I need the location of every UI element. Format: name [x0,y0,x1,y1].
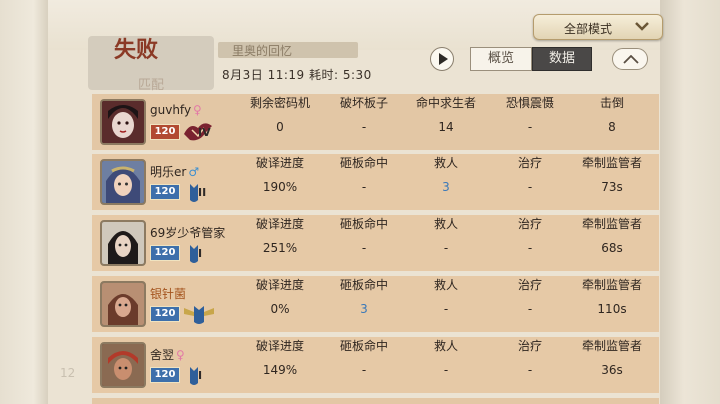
stat-header: 击倒 [599,96,624,110]
right-page-edge [660,0,720,404]
survivor-row[interactable]: 69岁少爷管家 120 I 破译进度 251% 砸板命中 - 救人 - 治疗 - 牵制监… [92,215,659,271]
player-name: 69岁少爷管家 [150,226,226,240]
stat-cell: 牵制监管者 68s [562,215,662,255]
match-mode: 匹配 [137,78,164,93]
stat-cell: 牵制监管者 110s [562,276,662,316]
stat-header: 牵制监管者 [581,278,642,292]
chevron-down-icon [635,22,649,31]
tab-overview[interactable]: 概览 [470,47,532,71]
survivor-row[interactable]: 明乐er ♂ 120 II 破译进度 190% 砸板命中 - 救人 3 治疗 - 牵制监管… [92,154,659,210]
stat-value: 110s [597,302,627,316]
stat-cell: 牵制监管者 36s [562,337,662,377]
winged-rank-icon [184,306,214,324]
tab-data[interactable]: 数据 [532,47,592,71]
stat-value: 73s [601,180,623,194]
player-name-text: 舍翌 [150,348,175,362]
hunter-row[interactable]: guvhfy ♀ 120 IV 剩余密码机 0 破坏板子 - 命中求生者 14 恐惧震慑… [92,94,659,150]
left-page-edge [0,0,48,404]
survivor-row[interactable]: 舍翌 ♀ 120 I 破译进度 149% 砸板命中 - 救人 - 治疗 - 牵制监管者 36… [92,337,659,393]
player-level: 120 [150,245,180,261]
male-icon: ♂ [188,165,200,179]
match-result-card: 失败 匹配 [88,36,214,93]
replay-button[interactable] [430,47,454,71]
survivor-avatar [100,281,146,327]
page-number: 12 [60,366,76,380]
rank-badge: II [182,180,216,204]
stat-header: 牵制监管者 [581,339,642,353]
rank-tier: I [198,247,203,260]
female-icon: ♀ [176,348,185,362]
play-icon [439,53,448,65]
player-name-text: guvhfy [150,103,192,117]
survivor-row[interactable]: 银针菌 120 破译进度 0% 砸板命中 3 救人 - 治疗 - 牵制监管者 110s [92,276,659,332]
stat-cell: 牵制监管者 73s [562,154,662,194]
stat-value: 36s [601,363,623,377]
match-result: 失败 [114,38,159,63]
survivor-avatar [100,159,146,205]
player-name: guvhfy ♀ [150,103,202,117]
player-level: 120 [150,124,180,140]
rank-badge [182,302,216,326]
rank-tier: I [198,369,203,382]
survivor-avatar [100,342,146,388]
map-banner: 里奥的回忆 [218,42,358,58]
rank-tier: IV [198,126,211,139]
stat-value: 68s [601,241,623,255]
hunter-avatar [100,99,146,145]
female-icon: ♀ [193,103,202,117]
rank-badge: I [182,241,216,265]
survivor-avatar [100,220,146,266]
player-name: 明乐er ♂ [150,163,199,180]
rank-tier: II [198,186,207,199]
player-level: 120 [150,306,180,322]
mode-filter-dropdown[interactable]: 全部模式 [533,14,663,40]
rank-badge: IV [182,120,216,144]
match-datetime: 8月3日 11:19 耗时: 5:30 [222,68,372,82]
stat-header: 牵制监管者 [581,217,642,231]
next-row-edge [92,398,659,404]
stat-value: 8 [608,120,616,134]
stat-header: 牵制监管者 [581,156,642,170]
player-level: 120 [150,184,180,200]
map-name: 里奥的回忆 [232,44,293,58]
collapse-button[interactable] [612,48,648,70]
mode-filter-label: 全部模式 [564,22,613,36]
rank-badge: I [182,363,216,387]
stat-cell: 击倒 8 [562,94,662,134]
player-name: 舍翌 ♀ [150,346,185,363]
player-name: 银针菌 [150,287,187,301]
player-name-text: 明乐er [150,165,187,179]
chevron-up-icon [623,55,639,64]
player-level: 120 [150,367,180,383]
